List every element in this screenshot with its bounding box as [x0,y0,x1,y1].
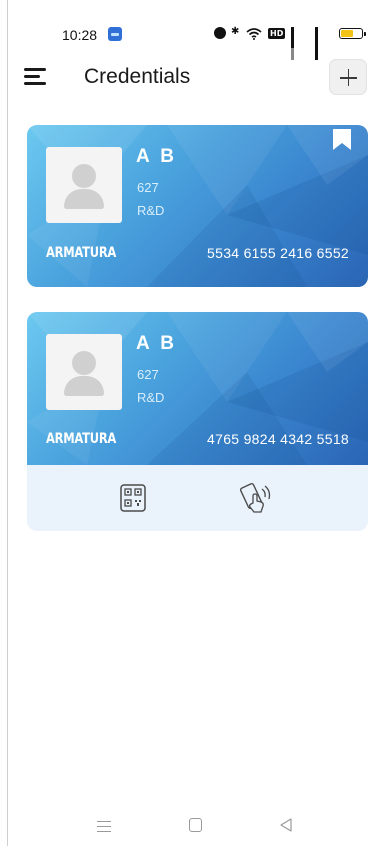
hamburger-menu-icon[interactable] [24,66,48,88]
status-bar: 10:28 HD [0,0,382,60]
recents-menu-icon[interactable] [97,820,111,833]
credential-card[interactable]: A B 627 R&D ARMATURA 4765 9824 4342 5518 [27,312,368,465]
app-header: Credentials [0,58,382,98]
holder-id: 627 [137,180,159,195]
add-credential-button[interactable] [329,59,367,95]
avatar [46,334,122,410]
battery-icon [339,27,367,39]
holder-id: 627 [137,367,159,382]
status-time: 10:28 [62,27,98,43]
signal-5g-icon [315,27,333,60]
screen-edge-divider [7,0,8,846]
nfc-tap-icon[interactable] [240,481,274,515]
battery-level [341,29,354,37]
bluetooth-icon [231,26,240,40]
bookmark-icon[interactable] [332,129,352,151]
qr-code-icon[interactable] [120,484,146,512]
brand-logo: ARMATURA [46,245,117,261]
card-number: 4765 9824 4342 5518 [207,431,349,447]
system-nav-bar [0,808,382,846]
holder-department: R&D [137,390,165,405]
home-square-icon[interactable] [189,818,202,832]
back-triangle-icon[interactable] [279,818,293,832]
status-icons: HD [214,25,367,60]
holder-department: R&D [137,203,165,218]
alarm-icon [214,27,226,39]
avatar [46,147,122,223]
card-number: 5534 6155 2416 6552 [207,245,349,261]
signal-4g-icon [291,27,309,60]
hd-icon: HD [268,27,286,39]
app-notification-icon [108,27,122,41]
brand-logo: ARMATURA [46,431,117,447]
wifi-icon [246,27,262,40]
holder-name: A B [136,333,178,354]
card-actions [27,465,368,531]
credential-card[interactable]: A B 627 R&D ARMATURA 5534 6155 2416 6552 [27,125,368,287]
page-title: Credentials [84,65,191,88]
holder-name: A B [136,146,178,167]
